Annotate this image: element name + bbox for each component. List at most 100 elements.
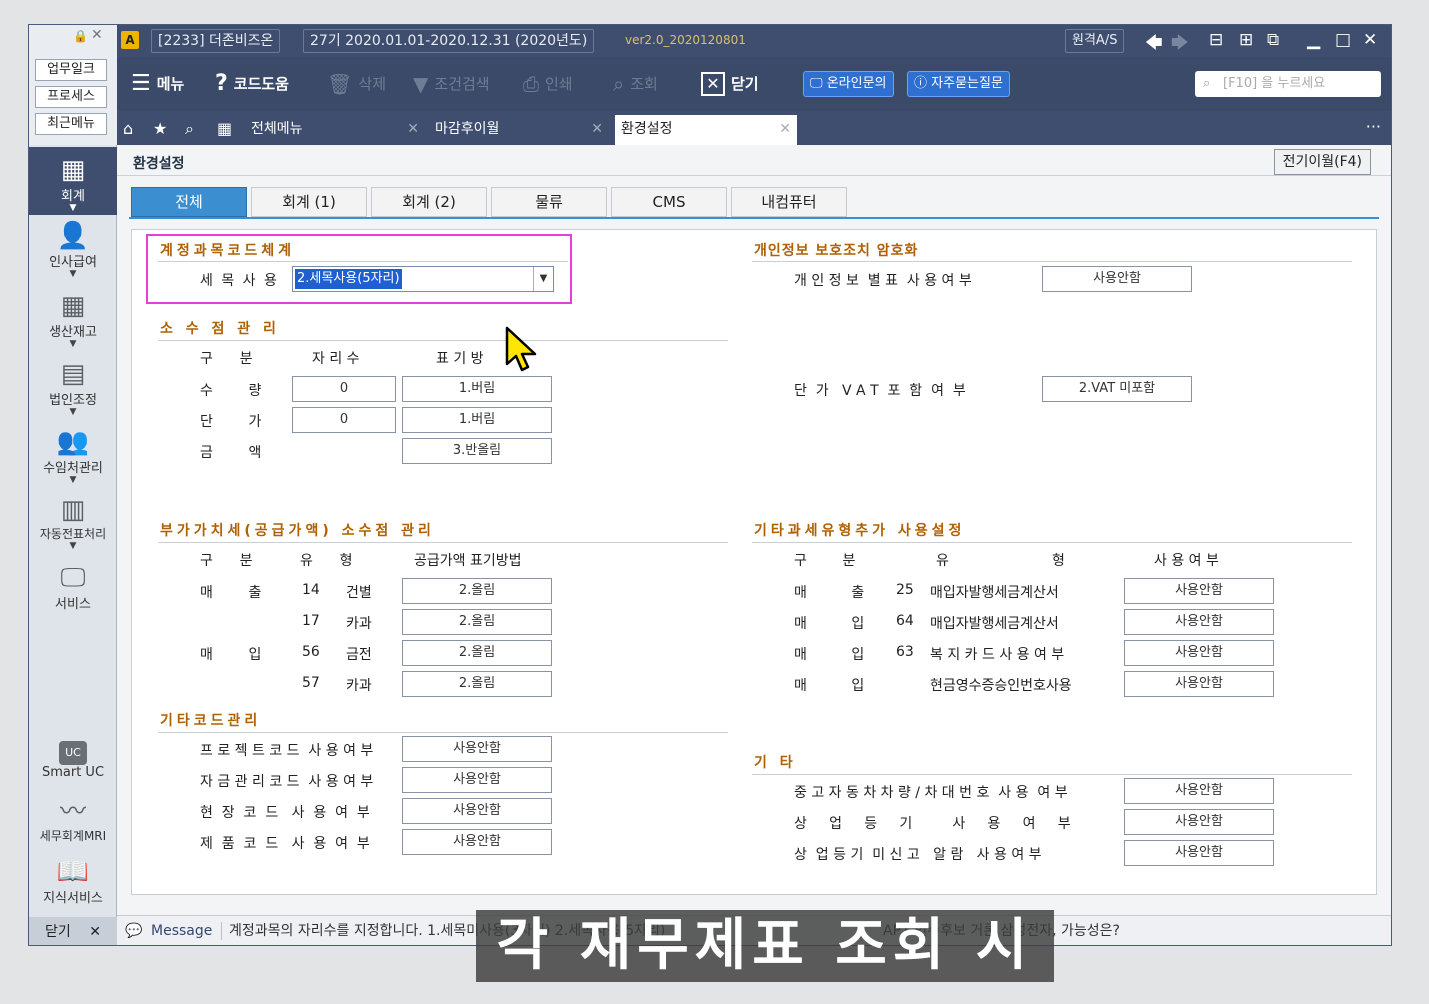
close-icon[interactable]: ✕ — [91, 27, 103, 43]
other-code-label: 현 장 코 드 사 용 여 부 — [200, 805, 370, 821]
vat-unit-field[interactable]: 2.VAT 미포함 — [1042, 376, 1192, 402]
section-account-code: 계정과목코드체계 — [160, 243, 296, 259]
sidebar-mri[interactable]: 〰 세무회계MRI — [29, 797, 117, 851]
section-divider — [158, 261, 568, 262]
vat-method-field[interactable]: 2.올림 — [402, 578, 552, 604]
other-tax-field[interactable]: 사용안함 — [1124, 671, 1274, 697]
tab-carryover[interactable]: 마감후이월 ✕ — [429, 115, 609, 145]
book-view-icon[interactable]: ⊟ — [1209, 30, 1223, 50]
decimal-row-label: 수 량 — [200, 383, 262, 399]
site-code-field[interactable]: 사용안함 — [402, 798, 552, 824]
tab-accounting-1[interactable]: 회계 (1) — [251, 187, 367, 217]
mouse-cursor-icon — [505, 326, 537, 372]
sidebar-nav-corporate[interactable]: ▤ 법인조정 ▼ — [29, 359, 117, 423]
filter-icon: ▼ — [413, 72, 429, 96]
faq-button[interactable]: ⓘ 자주묻는질문 — [907, 71, 1010, 97]
inquiry-button[interactable]: ⌕ 조회 — [613, 71, 658, 97]
tab-accounting-2[interactable]: 회계 (2) — [371, 187, 487, 217]
close-button[interactable]: ✕ 닫기 — [701, 71, 759, 97]
sidebar-button-process[interactable]: 프로세스 — [35, 86, 107, 108]
hamburger-icon: ☰ — [131, 71, 151, 96]
chevron-down-icon: ▼ — [69, 339, 77, 349]
sidebar-nav-accounting[interactable]: ▦ 회계 ▼ — [29, 147, 117, 215]
sidebar-knowledge[interactable]: 📖 지식서비스 — [29, 857, 117, 911]
product-code-field[interactable]: 사용안함 — [402, 829, 552, 855]
book-icon: 📖 — [56, 857, 90, 887]
other-tax-field[interactable]: 사용안함 — [1124, 640, 1274, 666]
sidebar-nav-hr[interactable]: 👤 인사급여 ▼ — [29, 221, 117, 285]
unitprice-digits-field[interactable]: 0 — [292, 407, 396, 433]
condition-search-button[interactable]: ▼ 조건검색 — [413, 71, 490, 97]
sidebar-nav-auto-voucher[interactable]: ▥ 자동전표처리 ▼ — [29, 495, 117, 559]
close-tab-icon[interactable]: ✕ — [407, 115, 419, 143]
code-help-button[interactable]: ? 코드도움 — [215, 71, 289, 97]
vat-method-field[interactable]: 2.올림 — [402, 640, 552, 666]
tab-all[interactable]: 전체 — [131, 187, 247, 217]
menu-button[interactable]: ☰ 메뉴 — [131, 71, 184, 97]
menu-search-input[interactable]: ⌕ [F10] 을 누르세요 — [1195, 71, 1381, 97]
search-icon[interactable]: ⌕ — [185, 119, 194, 139]
close-window-icon[interactable]: ✕ — [1363, 30, 1377, 50]
privacy-field[interactable]: 사용안함 — [1042, 266, 1192, 292]
tab-logistics[interactable]: 물류 — [491, 187, 607, 217]
delete-button[interactable]: 🗑 삭제 — [327, 71, 386, 97]
company-selector[interactable]: [2233] 더존비즈온 — [151, 29, 281, 53]
tab-my-computer[interactable]: 내컴퓨터 — [731, 187, 847, 217]
chevron-down-icon[interactable]: ▼ — [533, 267, 553, 291]
sidebar-smart-uc[interactable]: UC Smart UC — [29, 741, 117, 793]
more-icon[interactable]: ··· — [1366, 117, 1381, 136]
home-icon[interactable]: ⌂ — [123, 119, 133, 138]
subaccount-select[interactable]: 2.세목사용(5자리) ▼ — [292, 266, 554, 292]
other-tax-type: 현금영수증승인번호사용 — [930, 678, 1072, 694]
lock-icon[interactable]: 🔒 — [73, 29, 88, 43]
sidebar-button-recent[interactable]: 최근메뉴 — [35, 113, 107, 135]
tab-settings[interactable]: 환경설정 ✕ — [615, 115, 797, 145]
vat-method-field[interactable]: 2.올림 — [402, 609, 552, 635]
online-inquiry-button[interactable]: 🖵 온라인문의 — [803, 71, 894, 97]
menu-label: 메뉴 — [156, 75, 185, 93]
grid-view-icon[interactable]: ⊞ — [1239, 30, 1253, 50]
tab-cms[interactable]: CMS — [611, 187, 727, 217]
vat-method-field[interactable]: 2.올림 — [402, 671, 552, 697]
video-subtitle: 각 재무제표 조회 시 — [476, 910, 1054, 982]
calendar-icon[interactable]: ▦ — [217, 119, 232, 138]
tab-all-menu[interactable]: 전체메뉴 ✕ — [245, 115, 425, 145]
settings-panel: 계정과목코드체계 세 목 사 용 2.세목사용(5자리) ▼ 소 수 점 관 리… — [131, 229, 1377, 895]
sidebar-nav-inventory[interactable]: ▦ 생산재고 ▼ — [29, 291, 117, 355]
print-button[interactable]: ⎙ 인쇄 — [523, 71, 573, 97]
other-tax-field[interactable]: 사용안함 — [1124, 609, 1274, 635]
fund-code-field[interactable]: 사용안함 — [402, 767, 552, 793]
tab-label: 마감후이월 — [435, 121, 500, 137]
quantity-digits-field[interactable]: 0 — [292, 376, 396, 402]
etc-field[interactable]: 사용안함 — [1124, 778, 1274, 804]
carryover-button[interactable]: 전기이월(F4) — [1273, 149, 1371, 175]
remote-support-button[interactable]: 원격A/S — [1065, 29, 1125, 53]
project-code-field[interactable]: 사용안함 — [402, 736, 552, 762]
maximize-icon[interactable]: □ — [1335, 30, 1351, 50]
decimal-row-label: 금 액 — [200, 445, 262, 461]
sidebar-nav-label: 수임처관리 — [43, 461, 103, 476]
close-tab-icon[interactable]: ✕ — [779, 115, 791, 143]
window-layout-icon[interactable]: ⧉ — [1267, 30, 1279, 50]
amount-method-field[interactable]: 3.반올림 — [402, 438, 552, 464]
quantity-method-field[interactable]: 1.버림 — [402, 376, 552, 402]
sidebar: 🔒 ✕ 업무일크 프로세스 최근메뉴 ▦ 회계 ▼ 👤 인사급여 ▼ ▦ 생산재… — [29, 25, 117, 945]
other-tax-code: 64 — [896, 613, 914, 629]
other-tax-field[interactable]: 사용안함 — [1124, 578, 1274, 604]
sidebar-close-button[interactable]: 닫기 ✕ — [29, 917, 117, 945]
close-tab-icon[interactable]: ✕ — [591, 115, 603, 143]
star-icon[interactable]: ★ — [153, 119, 167, 138]
etc-field[interactable]: 사용안함 — [1124, 840, 1274, 866]
back-arrow-icon[interactable]: 🡄 — [1145, 30, 1163, 59]
sidebar-nav-service[interactable]: 🖵 서비스 — [29, 563, 117, 617]
unitprice-method-field[interactable]: 1.버림 — [402, 407, 552, 433]
sidebar-nav-clients[interactable]: 👥 수임처관리 ▼ — [29, 427, 117, 491]
sidebar-button-work[interactable]: 업무일크 — [35, 59, 107, 81]
other-tax-code: 25 — [896, 582, 914, 598]
forward-arrow-icon[interactable]: 🡆 — [1171, 30, 1189, 59]
minimize-icon[interactable]: ▁ — [1307, 30, 1320, 50]
vat-row-type: 건별 — [346, 585, 372, 601]
period-selector[interactable]: 27기 2020.01.01-2020.12.31 (2020년도) — [303, 29, 595, 53]
decimal-header-digits: 자 리 수 — [312, 351, 360, 367]
etc-field[interactable]: 사용안함 — [1124, 809, 1274, 835]
